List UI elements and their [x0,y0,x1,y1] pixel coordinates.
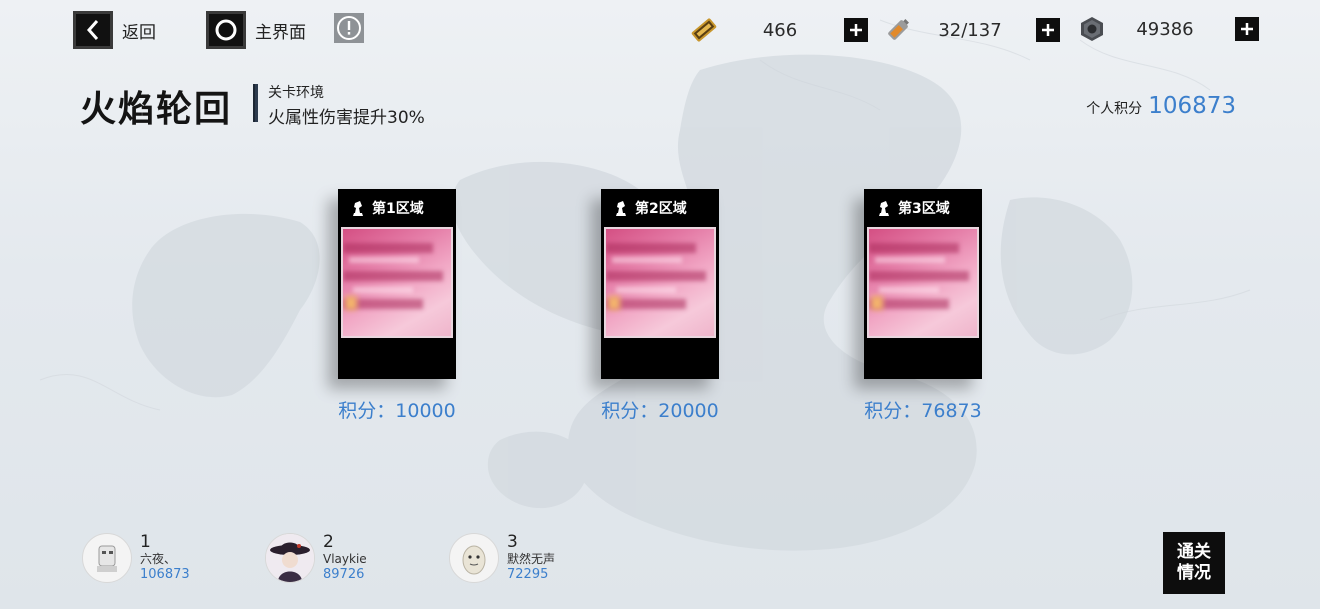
ticket-icon [691,18,717,42]
personal-score-value: 106873 [1148,93,1236,119]
hex-nut-icon [1081,17,1103,41]
hat-character-avatar-icon [266,534,314,582]
leaderboard-score: 89726 [323,567,365,582]
zone-thumbnail [341,227,453,338]
avatar [449,533,499,583]
nuts-value: 49386 [1136,18,1194,40]
personal-score-label: 个人积分 [1086,101,1143,117]
zone-score: 积分：10000 [338,400,456,422]
leaderboard-score: 72295 [507,567,549,582]
tickets-value: 466 [762,19,798,41]
leaderboard-rank: 1 [140,532,151,552]
info-icon [337,16,361,40]
tickets-plus-button[interactable] [844,18,868,42]
leaderboard-entry-2[interactable]: 2 Vlaykie 89726 [265,533,367,583]
clear-status-line2: 情况 [1177,563,1211,583]
zone-title: 第3区域 [898,201,950,217]
battery-value: 32/137 [938,19,1002,41]
back-arrow-icon [73,11,113,49]
zone-thumbnail [604,227,716,338]
back-label: 返回 [122,22,156,43]
environment-divider [253,84,258,122]
avatar [82,533,132,583]
chess-knight-icon [879,201,889,216]
battery-plus-button[interactable] [1036,18,1060,42]
zone-title: 第2区域 [635,201,687,217]
nuts-plus-button[interactable] [1235,17,1259,41]
home-button[interactable]: 主界面 [206,11,306,49]
clear-status-button[interactable]: 通关 情况 [1163,532,1225,594]
zone-card-3[interactable]: 第3区域 积分：76873 [864,189,982,423]
chess-knight-icon [616,201,626,216]
plus-icon [1042,24,1054,36]
zone-title: 第1区域 [372,201,424,217]
resource-nuts: 49386 [1077,14,1259,44]
zone-card-2[interactable]: 第2区域 积分：20000 [601,189,719,423]
leaderboard-entry-1[interactable]: 1 六夜、 106873 [82,533,190,583]
zone-score: 积分：76873 [864,400,982,422]
home-circle-icon [206,11,246,49]
leaderboard-name: 默然无声 [507,552,556,566]
battery-icon [888,19,909,40]
avatar [265,533,315,583]
zone-card-1[interactable]: 第1区域 积分：10000 [338,189,456,423]
personal-score: 个人积分 106873 [1086,93,1236,119]
leaderboard-name: Vlaykie [323,552,367,566]
environment-label: 关卡环境 [268,85,324,101]
back-button[interactable]: 返回 [73,11,156,49]
egg-character-avatar-icon [462,545,486,575]
resource-battery: 32/137 [882,14,1060,46]
environment-block: 关卡环境 火属性伤害提升30% [268,82,425,128]
leaderboard-score: 106873 [140,567,190,582]
leaderboard-rank: 3 [507,532,518,552]
leaderboard-rank: 2 [323,532,334,552]
leaderboard-name: 六夜、 [140,552,177,566]
chess-knight-icon [353,201,363,216]
plus-icon [1241,23,1253,35]
environment-desc: 火属性伤害提升30% [268,108,425,128]
plus-icon [850,24,862,36]
stage-title: 火焰轮回 [80,89,233,130]
robot-avatar-icon [97,545,117,572]
zone-thumbnail [867,227,979,338]
zone-score: 积分：20000 [601,400,719,422]
clear-status-line1: 通关 [1177,542,1211,562]
info-button[interactable] [334,13,364,43]
leaderboard-entry-3[interactable]: 3 默然无声 72295 [449,533,555,583]
home-label: 主界面 [255,22,306,43]
resource-tickets: 466 [688,14,868,46]
